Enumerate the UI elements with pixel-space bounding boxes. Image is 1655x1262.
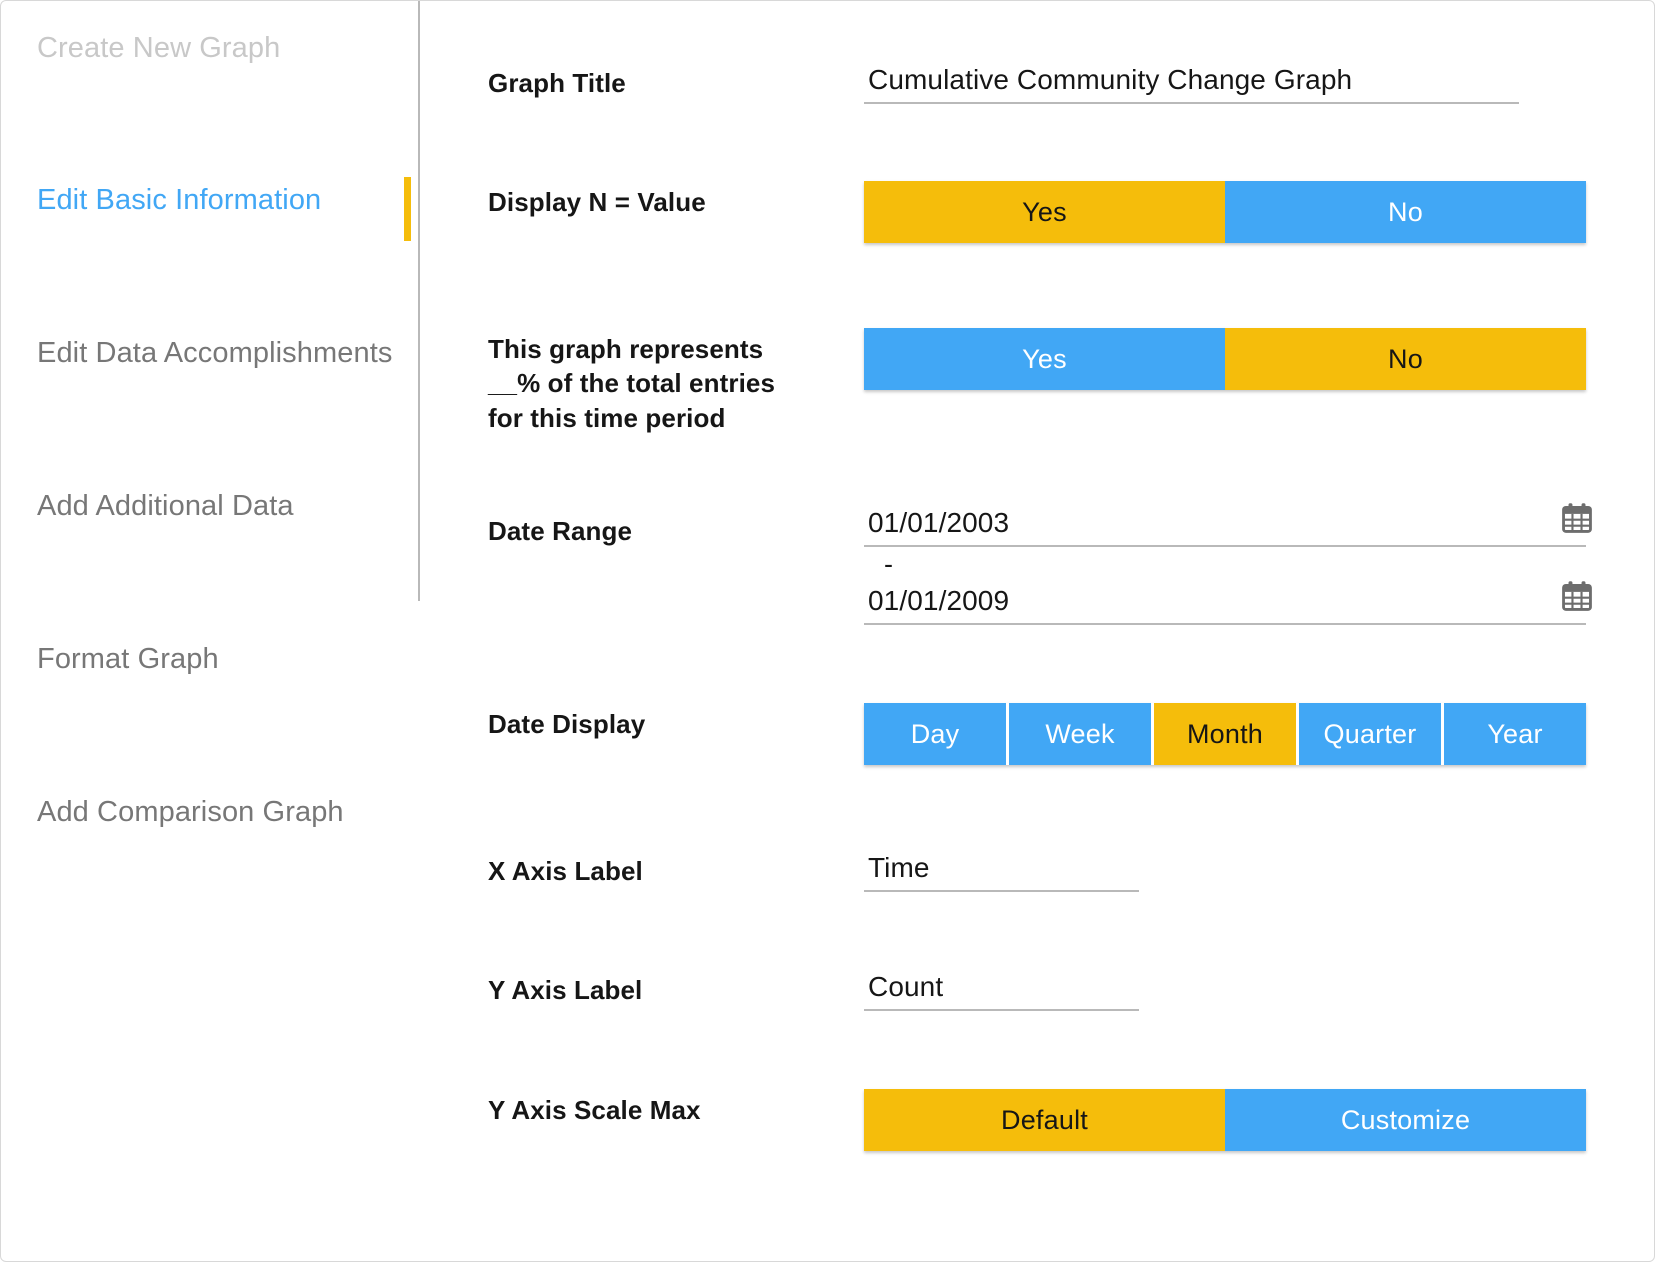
calendar-icon[interactable] <box>1560 501 1594 535</box>
calendar-icon[interactable] <box>1560 579 1594 613</box>
display-n-value-toggle[interactable]: Yes No <box>864 181 1586 243</box>
y-axis-scale-max-option-default[interactable]: Default <box>864 1089 1225 1151</box>
graph-title-input[interactable] <box>864 64 1519 104</box>
wizard-sidebar: Create New Graph Edit Basic Information … <box>1 1 420 1261</box>
sidebar-item-label: Create New Graph <box>37 32 281 64</box>
y-axis-scale-max-option-customize[interactable]: Customize <box>1225 1089 1586 1151</box>
display-n-value-option-no[interactable]: No <box>1225 181 1586 243</box>
y-axis-scale-max-toggle[interactable]: Default Customize <box>864 1089 1586 1151</box>
sidebar-item-label: Add Comparison Graph <box>37 796 344 828</box>
basic-information-form: Graph Title Display N = Value Yes No Thi… <box>419 1 1654 1261</box>
sidebar-item-label: Edit Basic Information <box>37 184 322 216</box>
percent-of-total-option-no[interactable]: No <box>1225 328 1586 390</box>
wizard-step-list: Create New Graph Edit Basic Information … <box>1 1 419 828</box>
active-step-indicator <box>404 177 411 241</box>
sidebar-item-label: Format Graph <box>37 643 219 675</box>
y-axis-label-label: Y Axis Label <box>488 975 643 1005</box>
display-n-value-label: Display N = Value <box>488 187 706 217</box>
date-display-option-year[interactable]: Year <box>1444 703 1586 765</box>
percent-of-total-label: This graph represents __% of the total e… <box>488 334 776 433</box>
graph-title-label: Graph Title <box>488 68 626 98</box>
date-display-option-month[interactable]: Month <box>1154 703 1296 765</box>
date-range-separator: - <box>884 549 893 579</box>
x-axis-label-input[interactable] <box>864 852 1139 892</box>
date-display-option-quarter[interactable]: Quarter <box>1299 703 1441 765</box>
create-graph-wizard: Create New Graph Edit Basic Information … <box>0 0 1655 1262</box>
date-display-option-week[interactable]: Week <box>1009 703 1151 765</box>
sidebar-item-edit-data-accomplishments[interactable]: Edit Data Accomplishments <box>1 314 419 392</box>
date-range-start-input[interactable] <box>864 507 1586 547</box>
percent-of-total-toggle[interactable]: Yes No <box>864 328 1586 390</box>
display-n-value-option-yes[interactable]: Yes <box>864 181 1225 243</box>
date-display-label: Date Display <box>488 709 646 739</box>
date-display-option-day[interactable]: Day <box>864 703 1006 765</box>
sidebar-item-add-additional-data[interactable]: Add Additional Data <box>1 467 419 545</box>
y-axis-label-input[interactable] <box>864 971 1139 1011</box>
date-display-toggle[interactable]: Day Week Month Quarter Year <box>864 703 1586 765</box>
sidebar-item-create-new-graph[interactable]: Create New Graph <box>1 9 419 87</box>
sidebar-item-edit-basic-information[interactable]: Edit Basic Information <box>1 161 419 241</box>
date-range-end-input[interactable] <box>864 585 1586 625</box>
date-range-label: Date Range <box>488 516 633 546</box>
sidebar-item-label: Add Additional Data <box>37 490 294 522</box>
sidebar-item-add-comparison-graph[interactable]: Add Comparison Graph <box>1 773 419 851</box>
sidebar-item-label: Edit Data Accomplishments <box>37 337 393 369</box>
y-axis-scale-max-label: Y Axis Scale Max <box>488 1095 701 1125</box>
sidebar-item-format-graph[interactable]: Format Graph <box>1 620 419 698</box>
percent-of-total-option-yes[interactable]: Yes <box>864 328 1225 390</box>
x-axis-label-label: X Axis Label <box>488 856 643 886</box>
